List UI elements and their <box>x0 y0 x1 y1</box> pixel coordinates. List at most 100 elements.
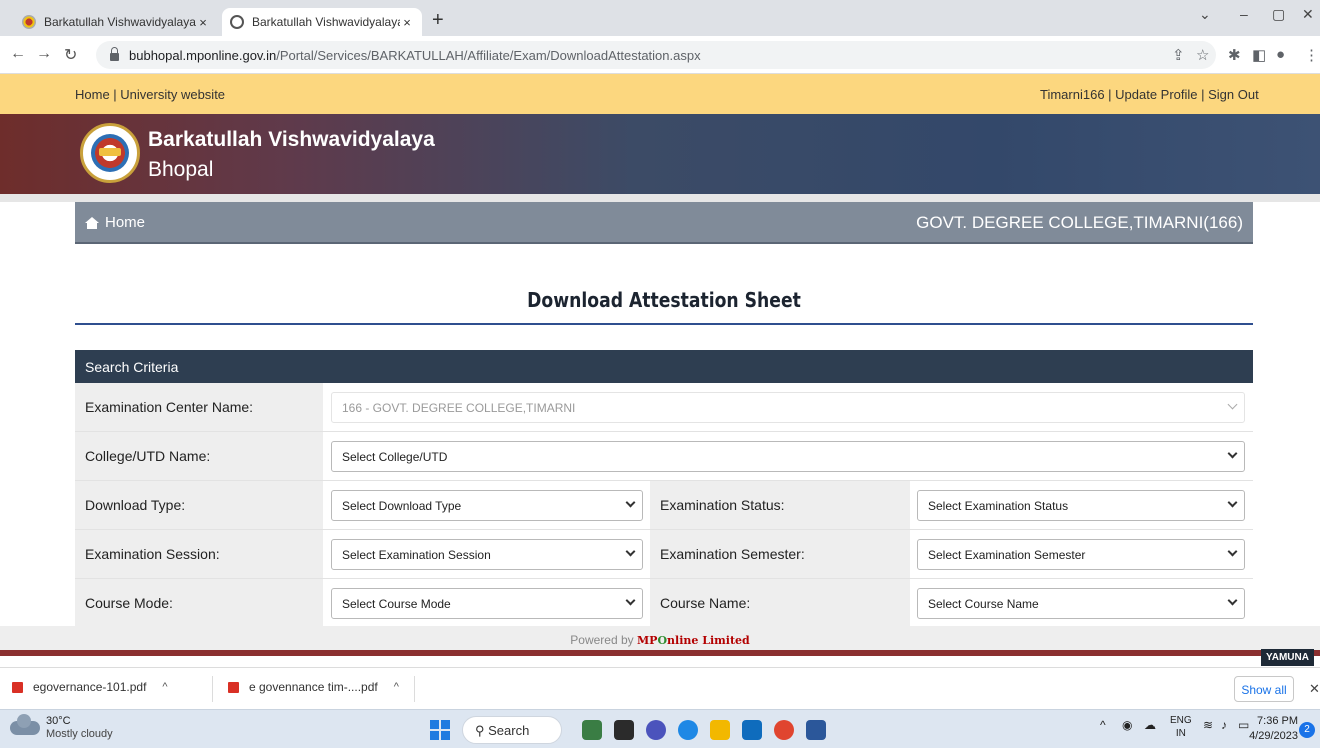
page-footer: Powered by MPOnline Limited <box>0 626 1320 656</box>
tab-close-icon[interactable]: × <box>400 15 414 30</box>
university-seal-logo <box>80 123 140 183</box>
reload-icon[interactable]: ↻ <box>64 45 77 65</box>
download-filename: egovernance-101.pdf <box>33 680 147 694</box>
side-panel-icon[interactable]: ◧ <box>1252 46 1266 64</box>
chevron-down-icon <box>625 497 636 508</box>
exam-center-value: 166 - GOVT. DEGREE COLLEGE,TIMARNI <box>342 401 576 415</box>
download-shelf: egovernance-101.pdf ^ e govennance tim-.… <box>0 667 1320 709</box>
chrome-browser-icon[interactable] <box>774 720 794 740</box>
volume-icon[interactable]: ♪ <box>1221 718 1227 732</box>
course-name-label: Course Name: <box>650 579 910 627</box>
back-arrow-icon[interactable]: ← <box>10 45 26 63</box>
cloud-icon <box>10 714 40 735</box>
forward-arrow-icon[interactable]: → <box>36 45 52 63</box>
download-item[interactable]: e govennance tim-....pdf ^ <box>228 680 399 694</box>
course-name-select[interactable]: Select Course Name <box>917 588 1245 619</box>
url-field[interactable]: bubhopal.mponline.gov.in/Portal/Services… <box>96 41 1216 69</box>
browser-menu-icon[interactable]: ⋮ <box>1304 46 1319 64</box>
tab-search-icon[interactable]: ⌄ <box>1199 6 1211 23</box>
word-app-icon[interactable] <box>806 720 826 740</box>
browser-tab-2[interactable]: Barkatullah Vishwavidyalaya,Bhop × <box>222 8 422 36</box>
exam-session-value: Select Examination Session <box>342 548 491 562</box>
task-view-icon[interactable] <box>614 720 634 740</box>
tab-title: Barkatullah Vishwavidyalaya,Bhop <box>44 15 196 29</box>
home-label: Home <box>105 214 146 231</box>
show-all-button[interactable]: Show all <box>1234 676 1294 702</box>
extensions-icon[interactable]: ✱ <box>1228 46 1241 64</box>
download-item[interactable]: egovernance-101.pdf ^ <box>12 680 168 694</box>
bookmark-star-icon[interactable]: ☆ <box>1196 46 1209 64</box>
restore-icon[interactable]: ▢ <box>1272 6 1285 23</box>
chevron-down-icon <box>1227 497 1238 508</box>
user-account-links[interactable]: Timarni166 | Update Profile | Sign Out <box>1040 87 1259 102</box>
search-form: Examination Center Name: 166 - GOVT. DEG… <box>75 383 1253 628</box>
pdf-icon <box>12 681 23 693</box>
file-explorer-icon[interactable] <box>710 720 730 740</box>
exam-status-select[interactable]: Select Examination Status <box>917 490 1245 521</box>
college-select[interactable]: Select College/UTD <box>331 441 1245 472</box>
form-row-exam-session: Examination Session: Select Examination … <box>75 530 1253 579</box>
exam-center-label: Examination Center Name: <box>75 383 323 431</box>
download-filename: e govennance tim-....pdf <box>249 680 378 694</box>
mail-app-icon[interactable] <box>742 720 762 740</box>
chevron-down-icon <box>1227 595 1238 606</box>
browser-tabstrip: Barkatullah Vishwavidyalaya,Bhop × Barka… <box>0 0 1320 36</box>
university-banner: Barkatullah Vishwavidyalaya Bhopal <box>0 114 1320 194</box>
yamuna-badge: YAMUNA <box>1261 649 1314 666</box>
search-label: Search <box>488 723 530 738</box>
university-favicon-icon <box>22 15 36 29</box>
notification-badge[interactable]: 2 <box>1299 722 1315 738</box>
form-row-download-type: Download Type: Select Download Type Exam… <box>75 481 1253 530</box>
url-path: /Portal/Services/BARKATULLAH/Affiliate/E… <box>276 47 701 63</box>
pdf-icon <box>228 681 239 693</box>
college-name: GOVT. DEGREE COLLEGE,TIMARNI(166) <box>916 213 1243 232</box>
chat-app-icon[interactable] <box>646 720 666 740</box>
language-code: ENG <box>1170 715 1192 726</box>
edge-browser-icon[interactable] <box>678 720 698 740</box>
region-code: IN <box>1175 728 1186 739</box>
title-divider <box>75 323 1253 325</box>
profile-avatar-icon[interactable]: ● <box>1276 46 1285 63</box>
share-icon[interactable]: ⇪ <box>1172 46 1185 64</box>
photos-app-icon[interactable] <box>582 720 602 740</box>
form-row-exam-center: Examination Center Name: 166 - GOVT. DEG… <box>75 383 1253 432</box>
new-tab-button[interactable]: + <box>432 10 444 30</box>
exam-semester-value: Select Examination Semester <box>928 548 1086 562</box>
window-close-icon[interactable]: ✕ <box>1302 6 1314 23</box>
browser-tab-1[interactable]: Barkatullah Vishwavidyalaya,Bhop × <box>14 8 218 36</box>
home-university-links[interactable]: Home | University website <box>75 87 225 102</box>
chevron-down-icon <box>625 546 636 557</box>
exam-session-select[interactable]: Select Examination Session <box>331 539 643 570</box>
start-button[interactable] <box>430 720 450 740</box>
weather-widget[interactable]: 30°C Mostly cloudy <box>10 714 113 741</box>
home-link[interactable]: Home <box>85 214 145 231</box>
minimize-icon[interactable]: – <box>1240 6 1248 22</box>
chevron-up-icon[interactable]: ^ <box>162 681 167 693</box>
exam-semester-select[interactable]: Select Examination Semester <box>917 539 1245 570</box>
chevron-down-icon <box>1227 546 1238 557</box>
exam-status-label: Examination Status: <box>650 481 910 529</box>
wifi-icon[interactable]: ≋ <box>1203 718 1213 732</box>
onedrive-icon[interactable]: ☁ <box>1144 718 1156 732</box>
university-city: Bhopal <box>148 158 214 181</box>
tab-close-icon[interactable]: × <box>196 15 210 30</box>
taskbar-search[interactable]: ⚲ Search <box>462 716 562 744</box>
course-mode-select[interactable]: Select Course Mode <box>331 588 643 619</box>
course-name-value: Select Course Name <box>928 597 1039 611</box>
home-icon <box>85 216 99 229</box>
tray-app-icon[interactable]: ◉ <box>1122 718 1132 732</box>
university-name: Barkatullah Vishwavidyalaya <box>148 128 435 151</box>
powered-by-text: Powered by <box>570 633 634 647</box>
show-hidden-icons-icon[interactable]: ^ <box>1100 718 1106 732</box>
language-indicator[interactable]: ENG IN <box>1170 714 1192 740</box>
form-row-course-mode: Course Mode: Select Course Mode Course N… <box>75 579 1253 628</box>
college-value: Select College/UTD <box>342 450 448 464</box>
system-clock[interactable]: 7:36 PM 4/29/2023 <box>1246 714 1298 744</box>
close-shelf-icon[interactable]: ✕ <box>1309 681 1320 697</box>
download-type-select[interactable]: Select Download Type <box>331 490 643 521</box>
url-host: bubhopal.mponline.gov.in <box>129 47 277 63</box>
chevron-up-icon[interactable]: ^ <box>394 681 399 693</box>
exam-center-select: 166 - GOVT. DEGREE COLLEGE,TIMARNI <box>331 392 1245 423</box>
download-type-value: Select Download Type <box>342 499 462 513</box>
tab-title: Barkatullah Vishwavidyalaya,Bhop <box>252 15 400 29</box>
